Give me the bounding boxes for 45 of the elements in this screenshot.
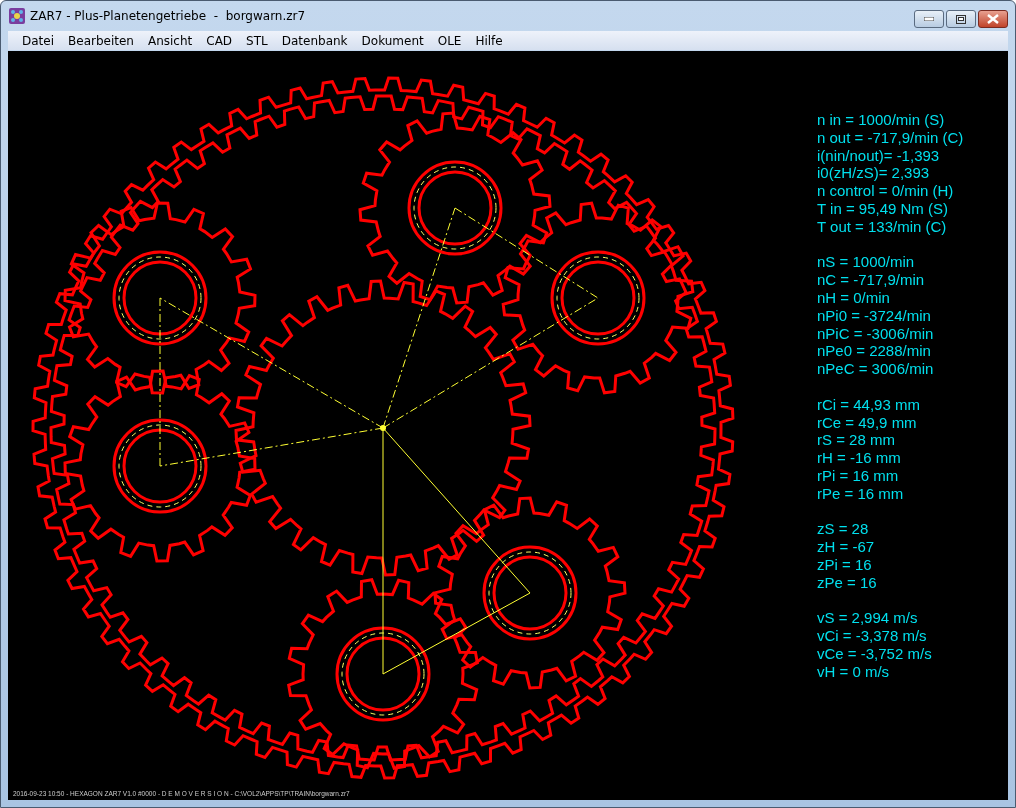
app-icon bbox=[9, 8, 25, 24]
readout-line: vH = 0 m/s bbox=[817, 662, 891, 681]
readout-line: rPe = 16 mm bbox=[817, 484, 905, 503]
readout-line: i0(zH/zS)= 2,393 bbox=[817, 164, 931, 183]
readout-line: nPi0 = -3724/min bbox=[817, 306, 932, 325]
minimize-icon bbox=[924, 17, 934, 21]
menu-item[interactable]: Bearbeiten bbox=[61, 33, 141, 48]
menu-item[interactable]: Dokument bbox=[354, 33, 431, 48]
menu-item[interactable]: CAD bbox=[199, 33, 240, 48]
readout-line: nS = 1000/min bbox=[817, 253, 916, 272]
readout-line: vS = 2,994 m/s bbox=[817, 609, 919, 628]
menu-item[interactable]: STL bbox=[239, 33, 275, 48]
maximize-button[interactable] bbox=[946, 10, 976, 28]
readout-line: n in = 1000/min (S) bbox=[817, 111, 946, 129]
menu-item[interactable]: Datenbank bbox=[274, 33, 355, 48]
window-title: ZAR7 - Plus-Planetengetriebe - borgwarn.zr7 bbox=[30, 9, 306, 23]
minimize-button[interactable] bbox=[914, 10, 944, 28]
menu-item[interactable]: Hilfe bbox=[468, 33, 510, 48]
readout-line: vCe = -3,752 m/s bbox=[817, 644, 933, 663]
readout-line: nH = 0/min bbox=[817, 288, 891, 307]
readout-line: T in = 95,49 Nm (S) bbox=[817, 200, 950, 218]
readout-line: i(nin/nout)= -1,393 bbox=[817, 146, 941, 165]
maximize-icon bbox=[956, 14, 966, 24]
readout-line: nPiC = -3006/min bbox=[817, 324, 935, 343]
menu-item[interactable]: OLE bbox=[430, 33, 469, 48]
readout-line: zPi = 16 bbox=[817, 555, 873, 574]
readout-line: n out = -717,9/min (C) bbox=[817, 128, 964, 147]
readout-line: nPe0 = 2288/min bbox=[817, 342, 932, 361]
menu-item[interactable]: Datei bbox=[15, 33, 61, 48]
close-icon bbox=[987, 14, 999, 24]
readout-line: nC = -717,9/min bbox=[817, 271, 926, 289]
menu-item[interactable]: Ansicht bbox=[140, 33, 200, 48]
close-button[interactable] bbox=[978, 10, 1008, 28]
readout-line: nPeC = 3006/min bbox=[817, 360, 935, 378]
readout-line: zH = -67 bbox=[817, 538, 876, 556]
readout-line: rPi = 16 mm bbox=[817, 466, 900, 485]
readout-line: rCe = 49,9 mm bbox=[817, 413, 918, 432]
readout-line: zPe = 16 bbox=[817, 573, 878, 592]
readout-line: T out = 133/min (C) bbox=[817, 217, 948, 236]
readout-line: vCi = -3,378 m/s bbox=[817, 627, 928, 645]
readout-line: zS = 28 bbox=[817, 520, 870, 539]
readout-line: rCi = 44,93 mm bbox=[817, 395, 921, 414]
readout-line: n control = 0/min (H) bbox=[817, 182, 955, 200]
readout-line: rS = 28 mm bbox=[817, 431, 896, 450]
readout-line: rH = -16 mm bbox=[817, 449, 902, 467]
